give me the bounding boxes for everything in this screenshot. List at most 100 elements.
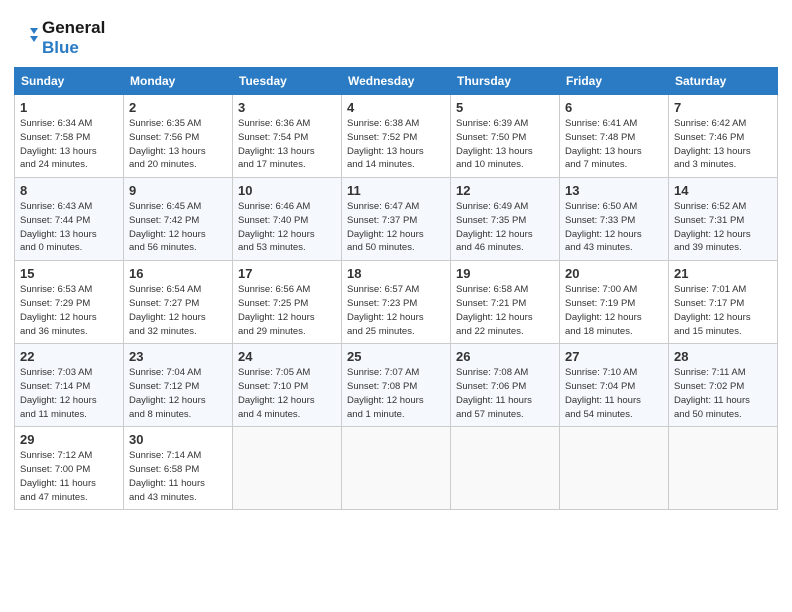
calendar-week-3: 15 Sunrise: 6:53 AM Sunset: 7:29 PM Dayli…	[15, 261, 778, 344]
weekday-header-tuesday: Tuesday	[233, 68, 342, 95]
day-number: 15	[20, 266, 118, 281]
calendar-cell: 10Sunrise: 6:46 AM Sunset: 7:40 PM Dayli…	[233, 178, 342, 261]
day-number: 5	[456, 100, 554, 115]
calendar-cell: 18 Sunrise: 6:57 AM Sunset: 7:23 PM Dayli…	[342, 261, 451, 344]
day-number: 7	[674, 100, 772, 115]
day-number: 18	[347, 266, 445, 281]
day-info: Sunrise: 7:00 AM Sunset: 7:19 PM Dayligh…	[565, 283, 663, 338]
day-info: Sunrise: 7:10 AM Sunset: 7:04 PM Dayligh…	[565, 366, 663, 421]
calendar-cell: 24 Sunrise: 7:05 AM Sunset: 7:10 PM Dayli…	[233, 344, 342, 427]
day-number: 6	[565, 100, 663, 115]
day-number: 24	[238, 349, 336, 364]
calendar-cell: 27 Sunrise: 7:10 AM Sunset: 7:04 PM Dayli…	[560, 344, 669, 427]
page-header: General Blue	[0, 0, 792, 67]
day-info: Sunrise: 6:57 AM Sunset: 7:23 PM Dayligh…	[347, 283, 445, 338]
day-info: Sunrise: 7:11 AM Sunset: 7:02 PM Dayligh…	[674, 366, 772, 421]
logo-text: General Blue	[42, 18, 105, 57]
day-number: 20	[565, 266, 663, 281]
calendar-cell: 20 Sunrise: 7:00 AM Sunset: 7:19 PM Dayli…	[560, 261, 669, 344]
day-number: 14	[674, 183, 772, 198]
calendar-cell: 30 Sunrise: 7:14 AM Sunset: 6:58 PM Dayli…	[124, 427, 233, 510]
day-info: Sunrise: 6:58 AM Sunset: 7:21 PM Dayligh…	[456, 283, 554, 338]
calendar-cell: 2 Sunrise: 6:35 AM Sunset: 7:56 PM Daylig…	[124, 95, 233, 178]
day-number: 30	[129, 432, 227, 447]
calendar-cell: 3 Sunrise: 6:36 AM Sunset: 7:54 PM Daylig…	[233, 95, 342, 178]
day-info: Sunrise: 7:05 AM Sunset: 7:10 PM Dayligh…	[238, 366, 336, 421]
calendar-cell: 15 Sunrise: 6:53 AM Sunset: 7:29 PM Dayli…	[15, 261, 124, 344]
calendar-cell: 13 Sunrise: 6:50 AM Sunset: 7:33 PM Dayli…	[560, 178, 669, 261]
day-info: Sunrise: 7:14 AM Sunset: 6:58 PM Dayligh…	[129, 449, 227, 504]
day-info: Sunrise: 7:12 AM Sunset: 7:00 PM Dayligh…	[20, 449, 118, 504]
calendar-cell: 19 Sunrise: 6:58 AM Sunset: 7:21 PM Dayli…	[451, 261, 560, 344]
calendar-cell: 25 Sunrise: 7:07 AM Sunset: 7:08 PM Dayli…	[342, 344, 451, 427]
day-number: 10	[238, 183, 336, 198]
calendar-week-2: 8Sunrise: 6:43 AM Sunset: 7:44 PM Daylig…	[15, 178, 778, 261]
calendar-cell: 11 Sunrise: 6:47 AM Sunset: 7:37 PM Dayli…	[342, 178, 451, 261]
calendar-cell: 14 Sunrise: 6:52 AM Sunset: 7:31 PM Dayli…	[669, 178, 778, 261]
day-info: Sunrise: 6:43 AM Sunset: 7:44 PM Dayligh…	[20, 200, 118, 255]
weekday-header-friday: Friday	[560, 68, 669, 95]
calendar-cell: 5 Sunrise: 6:39 AM Sunset: 7:50 PM Daylig…	[451, 95, 560, 178]
day-info: Sunrise: 6:47 AM Sunset: 7:37 PM Dayligh…	[347, 200, 445, 255]
day-number: 23	[129, 349, 227, 364]
day-info: Sunrise: 6:54 AM Sunset: 7:27 PM Dayligh…	[129, 283, 227, 338]
logo: General Blue	[20, 18, 105, 57]
day-number: 25	[347, 349, 445, 364]
day-number: 26	[456, 349, 554, 364]
day-info: Sunrise: 6:35 AM Sunset: 7:56 PM Dayligh…	[129, 117, 227, 172]
day-info: Sunrise: 6:56 AM Sunset: 7:25 PM Dayligh…	[238, 283, 336, 338]
calendar-cell: 4Sunrise: 6:38 AM Sunset: 7:52 PM Daylig…	[342, 95, 451, 178]
calendar-cell: 22 Sunrise: 7:03 AM Sunset: 7:14 PM Dayli…	[15, 344, 124, 427]
day-number: 16	[129, 266, 227, 281]
day-number: 28	[674, 349, 772, 364]
calendar-cell: 16 Sunrise: 6:54 AM Sunset: 7:27 PM Dayli…	[124, 261, 233, 344]
day-number: 17	[238, 266, 336, 281]
calendar-cell: 21Sunrise: 7:01 AM Sunset: 7:17 PM Dayli…	[669, 261, 778, 344]
day-number: 12	[456, 183, 554, 198]
calendar-cell	[233, 427, 342, 510]
day-info: Sunrise: 6:42 AM Sunset: 7:46 PM Dayligh…	[674, 117, 772, 172]
day-number: 29	[20, 432, 118, 447]
day-info: Sunrise: 6:50 AM Sunset: 7:33 PM Dayligh…	[565, 200, 663, 255]
day-number: 3	[238, 100, 336, 115]
day-number: 4	[347, 100, 445, 115]
day-info: Sunrise: 7:04 AM Sunset: 7:12 PM Dayligh…	[129, 366, 227, 421]
day-info: Sunrise: 6:41 AM Sunset: 7:48 PM Dayligh…	[565, 117, 663, 172]
day-info: Sunrise: 6:39 AM Sunset: 7:50 PM Dayligh…	[456, 117, 554, 172]
day-number: 13	[565, 183, 663, 198]
calendar-week-4: 22 Sunrise: 7:03 AM Sunset: 7:14 PM Dayli…	[15, 344, 778, 427]
calendar-cell: 29 Sunrise: 7:12 AM Sunset: 7:00 PM Dayli…	[15, 427, 124, 510]
calendar-week-5: 29 Sunrise: 7:12 AM Sunset: 7:00 PM Dayli…	[15, 427, 778, 510]
calendar-cell: 9 Sunrise: 6:45 AM Sunset: 7:42 PM Daylig…	[124, 178, 233, 261]
weekday-header-wednesday: Wednesday	[342, 68, 451, 95]
day-number: 27	[565, 349, 663, 364]
day-info: Sunrise: 6:36 AM Sunset: 7:54 PM Dayligh…	[238, 117, 336, 172]
day-number: 19	[456, 266, 554, 281]
day-info: Sunrise: 7:03 AM Sunset: 7:14 PM Dayligh…	[20, 366, 118, 421]
day-number: 9	[129, 183, 227, 198]
weekday-header-sunday: Sunday	[15, 68, 124, 95]
logo-container: General Blue	[20, 18, 105, 57]
calendar-table: SundayMondayTuesdayWednesdayThursdayFrid…	[14, 67, 778, 510]
day-info: Sunrise: 7:08 AM Sunset: 7:06 PM Dayligh…	[456, 366, 554, 421]
calendar-cell: 1Sunrise: 6:34 AM Sunset: 7:58 PM Daylig…	[15, 95, 124, 178]
day-info: Sunrise: 6:53 AM Sunset: 7:29 PM Dayligh…	[20, 283, 118, 338]
calendar-cell: 17 Sunrise: 6:56 AM Sunset: 7:25 PM Dayli…	[233, 261, 342, 344]
weekday-header-thursday: Thursday	[451, 68, 560, 95]
day-info: Sunrise: 7:07 AM Sunset: 7:08 PM Dayligh…	[347, 366, 445, 421]
day-number: 11	[347, 183, 445, 198]
calendar-cell: 28 Sunrise: 7:11 AM Sunset: 7:02 PM Dayli…	[669, 344, 778, 427]
calendar-cell: 7 Sunrise: 6:42 AM Sunset: 7:46 PM Daylig…	[669, 95, 778, 178]
day-info: Sunrise: 6:45 AM Sunset: 7:42 PM Dayligh…	[129, 200, 227, 255]
day-number: 22	[20, 349, 118, 364]
day-number: 2	[129, 100, 227, 115]
day-number: 21	[674, 266, 772, 281]
calendar-cell: 6 Sunrise: 6:41 AM Sunset: 7:48 PM Daylig…	[560, 95, 669, 178]
calendar-cell: 12Sunrise: 6:49 AM Sunset: 7:35 PM Dayli…	[451, 178, 560, 261]
logo-bird-icon	[20, 24, 38, 52]
weekday-header-monday: Monday	[124, 68, 233, 95]
calendar-cell: 8Sunrise: 6:43 AM Sunset: 7:44 PM Daylig…	[15, 178, 124, 261]
day-info: Sunrise: 6:52 AM Sunset: 7:31 PM Dayligh…	[674, 200, 772, 255]
weekday-header-saturday: Saturday	[669, 68, 778, 95]
calendar-cell	[669, 427, 778, 510]
